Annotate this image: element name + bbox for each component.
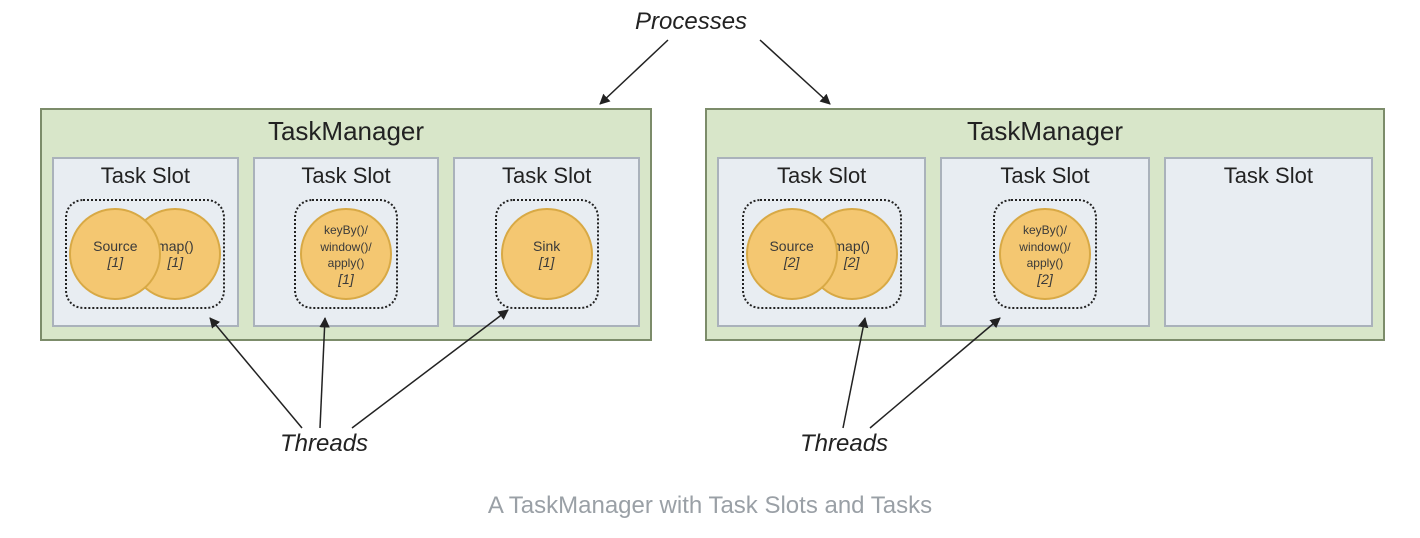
task-slots-row: Task Slot Source [2] map() [2] Task Slot…: [707, 157, 1383, 339]
task-slot: Task Slot Source [2] map() [2]: [717, 157, 926, 327]
task-index: [1]: [539, 254, 555, 270]
task-slot-title: Task Slot: [1000, 159, 1089, 193]
task-name: map(): [833, 238, 870, 254]
task-slot: Task Slot keyBy()/ window()/ apply() [2]: [940, 157, 1149, 327]
task-manager-right: TaskManager Task Slot Source [2] map() […: [705, 108, 1385, 341]
task-bubble-source: Source [1]: [69, 208, 161, 300]
figure-caption: A TaskManager with Task Slots and Tasks: [0, 492, 1420, 520]
task-bubble-keyby: keyBy()/ window()/ apply() [1]: [300, 208, 392, 300]
task-index: [1]: [168, 254, 184, 270]
task-bubble-sink: Sink [1]: [501, 208, 593, 300]
processes-label: Processes: [635, 8, 747, 36]
task-name: map(): [157, 238, 194, 254]
task-slots-row: Task Slot Source [1] map() [1] Task Slot…: [42, 157, 650, 339]
operator-chain: Source [1] map() [1]: [65, 199, 225, 309]
threads-label-left: Threads: [280, 430, 368, 458]
operator-chain: Sink [1]: [495, 199, 599, 309]
task-name: keyBy()/ window()/ apply(): [320, 223, 371, 271]
threads-label-right: Threads: [800, 430, 888, 458]
task-slot-empty: Task Slot: [1164, 157, 1373, 327]
operator-chain: keyBy()/ window()/ apply() [1]: [294, 199, 398, 309]
task-manager-title: TaskManager: [42, 110, 650, 157]
arrow-processes-left: [600, 40, 668, 104]
operator-chain: Source [2] map() [2]: [742, 199, 902, 309]
task-slot-title: Task Slot: [777, 159, 866, 193]
task-index: [2]: [844, 254, 860, 270]
task-slot: Task Slot Source [1] map() [1]: [52, 157, 239, 327]
task-index: [2]: [784, 254, 800, 270]
task-slot-title: Task Slot: [101, 159, 190, 193]
arrow-processes-right: [760, 40, 830, 104]
task-slot-title: Task Slot: [301, 159, 390, 193]
task-name: Source: [93, 238, 137, 254]
task-manager-title: TaskManager: [707, 110, 1383, 157]
task-slot: Task Slot keyBy()/ window()/ apply() [1]: [253, 157, 440, 327]
task-slot-title: Task Slot: [502, 159, 591, 193]
task-name: keyBy()/ window()/ apply(): [1019, 223, 1070, 271]
task-manager-left: TaskManager Task Slot Source [1] map() […: [40, 108, 652, 341]
task-bubble-source: Source [2]: [746, 208, 838, 300]
task-name: Source: [769, 238, 813, 254]
task-index: [2]: [1037, 271, 1053, 287]
task-slot: Task Slot Sink [1]: [453, 157, 640, 327]
task-index: [1]: [108, 254, 124, 270]
operator-chain: keyBy()/ window()/ apply() [2]: [993, 199, 1097, 309]
task-bubble-keyby: keyBy()/ window()/ apply() [2]: [999, 208, 1091, 300]
task-index: [1]: [338, 271, 354, 287]
task-slot-title: Task Slot: [1224, 159, 1313, 193]
task-name: Sink: [533, 238, 560, 254]
